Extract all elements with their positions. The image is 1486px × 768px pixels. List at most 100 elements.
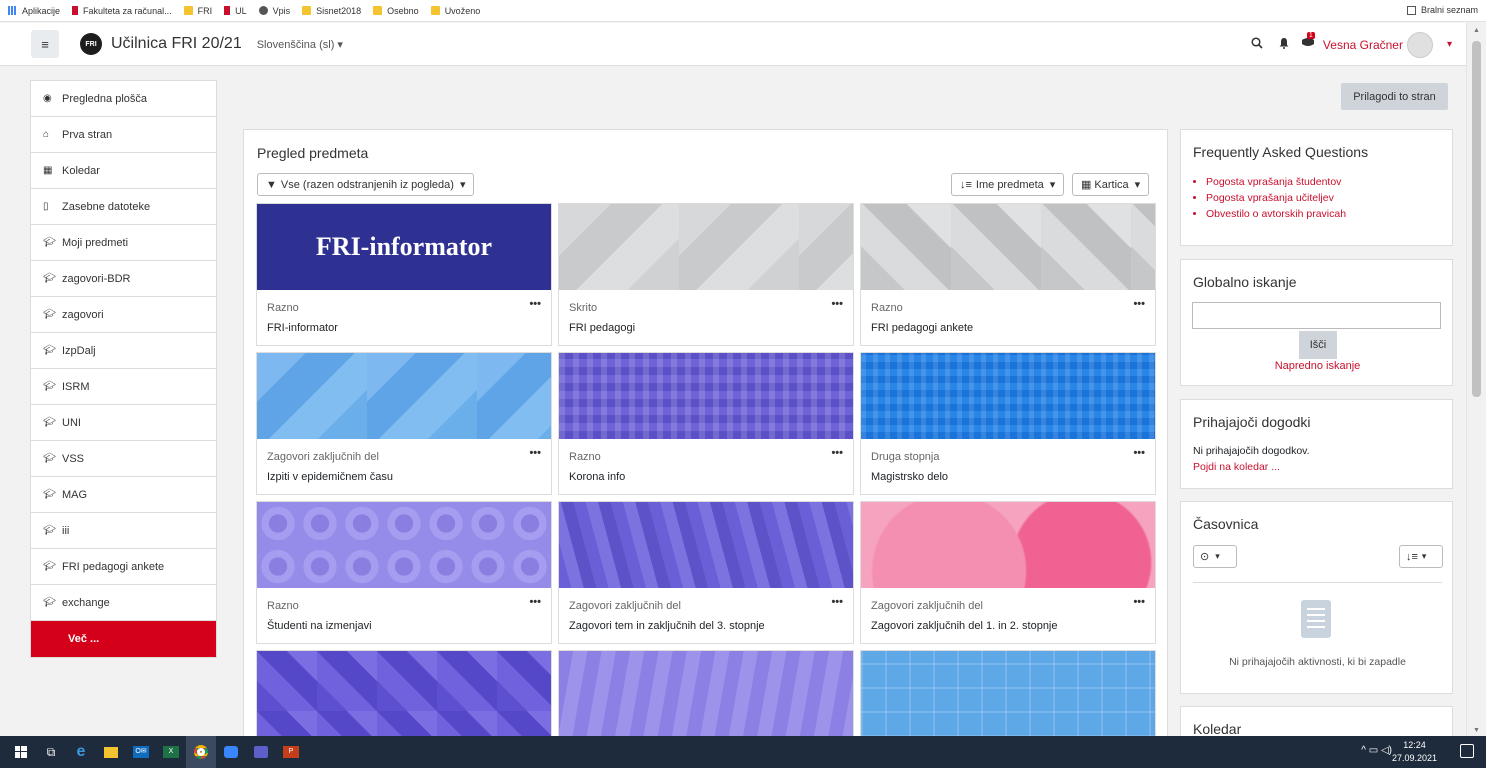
search-icon[interactable] — [1251, 37, 1263, 52]
site-logo[interactable]: FRI — [80, 33, 102, 55]
timeline-sort-dropdown[interactable]: ↓≡ ▾ — [1399, 545, 1443, 568]
course-card[interactable]: Druga stopnja ••• Magistrsko delo — [860, 352, 1156, 495]
course-name[interactable]: Študenti na izmenjavi — [267, 620, 372, 632]
more-options-icon[interactable]: ••• — [529, 298, 541, 310]
sidebar-item-course[interactable]: 🎓︎ ISRM — [31, 369, 216, 405]
course-card[interactable]: Zagovori zaključnih del ••• Zagovori zak… — [860, 501, 1156, 644]
course-name[interactable]: Zagovori tem in zaključnih del 3. stopnj… — [569, 620, 765, 632]
reading-list[interactable]: Bralni seznam — [1406, 5, 1478, 15]
outlook-icon[interactable]: O✉ — [126, 736, 156, 768]
sidebar-item-course[interactable]: 🎓︎ exchange — [31, 585, 216, 621]
file-explorer-icon[interactable] — [96, 736, 126, 768]
user-menu-caret-icon[interactable]: ▾ — [1447, 39, 1452, 50]
course-name[interactable]: FRI-informator — [267, 322, 338, 334]
filter-dropdown[interactable]: ▼ Vse (razen odstranjenih iz pogleda) ▾ — [257, 173, 475, 196]
action-center-icon[interactable] — [1460, 744, 1474, 758]
scrollbar-thumb[interactable] — [1472, 41, 1481, 397]
bookmark-vpis[interactable]: Vpis — [258, 6, 290, 16]
windows-start-icon[interactable] — [6, 736, 36, 768]
advanced-search-link[interactable]: Napredno iskanje — [1181, 360, 1454, 372]
sort-dropdown[interactable]: ↓≡ Ime predmeta ▾ — [951, 173, 1065, 196]
site-name[interactable]: Učilnica FRI 20/21 — [111, 35, 242, 53]
sidebar-item-course[interactable]: 🎓︎ IzpDalj — [31, 333, 216, 369]
more-options-icon[interactable]: ••• — [1133, 596, 1145, 608]
sidebar-item-course[interactable]: 🎓︎ VSS — [31, 441, 216, 477]
ul-logo-icon — [72, 6, 79, 15]
taskbar-clock[interactable]: 12:24 27.09.2021 — [1392, 739, 1437, 765]
course-card[interactable]: Razno ••• Študenti na izmenjavi — [256, 501, 552, 644]
course-card[interactable] — [860, 650, 1156, 748]
reading-list-icon — [1406, 5, 1416, 15]
bell-icon[interactable] — [1279, 37, 1289, 52]
search-button[interactable]: Išči — [1299, 331, 1337, 359]
more-options-icon[interactable]: ••• — [831, 298, 843, 310]
course-name[interactable]: Korona info — [569, 471, 625, 483]
faq-link[interactable]: Pogosta vprašanja študentov — [1206, 174, 1346, 190]
sidebar-item-course[interactable]: 🎓︎ iii — [31, 513, 216, 549]
bookmark-uvozeno[interactable]: Uvoženo — [430, 6, 480, 16]
course-card[interactable] — [558, 650, 854, 748]
graduation-cap-icon: 🎓︎ — [43, 525, 56, 536]
course-name[interactable]: Magistrsko delo — [871, 471, 948, 483]
chrome-icon[interactable] — [186, 736, 216, 768]
language-menu[interactable]: Slovenščina (sl) ▾ — [257, 38, 343, 51]
course-card[interactable]: Zagovori zaključnih del ••• Zagovori tem… — [558, 501, 854, 644]
sidebar-more-button[interactable]: Več ... — [31, 621, 216, 657]
more-options-icon[interactable]: ••• — [831, 447, 843, 459]
task-view-icon[interactable]: ⧉ — [36, 736, 66, 768]
course-name[interactable]: FRI pedagogi — [569, 322, 635, 334]
sidebar-item-course[interactable]: 🎓︎ UNI — [31, 405, 216, 441]
sidebar-item-my-courses[interactable]: 🎓︎ Moji predmeti — [31, 225, 216, 261]
faq-link[interactable]: Obvestilo o avtorskih pravicah — [1206, 206, 1346, 222]
course-name[interactable]: Zagovori zaključnih del 1. in 2. stopnje — [871, 620, 1058, 632]
menu-toggle-button[interactable]: ≡ — [31, 30, 59, 58]
search-input[interactable] — [1192, 302, 1441, 329]
course-card[interactable]: Razno ••• FRI pedagogi ankete — [860, 203, 1156, 346]
folder-icon — [302, 6, 312, 15]
timeline-filter-dropdown[interactable]: ⊙ ▾ — [1193, 545, 1237, 568]
customise-page-button[interactable]: Prilagodi to stran — [1341, 83, 1448, 110]
bookmark-ul[interactable]: UL — [224, 6, 247, 16]
more-options-icon[interactable]: ••• — [831, 596, 843, 608]
course-card[interactable] — [256, 650, 552, 748]
course-image — [861, 353, 1155, 439]
course-name[interactable]: FRI pedagogi ankete — [871, 322, 973, 334]
course-card[interactable]: Skrito ••• FRI pedagogi — [558, 203, 854, 346]
view-dropdown[interactable]: ▦ Kartica ▾ — [1072, 173, 1150, 196]
page-scrollbar[interactable]: ▲ ▼ — [1466, 23, 1486, 736]
edge-icon[interactable]: e — [66, 736, 96, 768]
sidebar-item-private-files[interactable]: ▯ Zasebne datoteke — [31, 189, 216, 225]
sidebar-item-course[interactable]: 🎓︎ MAG — [31, 477, 216, 513]
sidebar-item-dashboard[interactable]: ◉ Pregledna plošča — [31, 81, 216, 117]
sidebar-item-course[interactable]: 🎓︎ zagovori — [31, 297, 216, 333]
teams-icon[interactable] — [246, 736, 276, 768]
avatar[interactable] — [1406, 31, 1433, 58]
scroll-up-arrow-icon[interactable]: ▲ — [1473, 27, 1480, 34]
app-icon[interactable] — [216, 736, 246, 768]
more-options-icon[interactable]: ••• — [1133, 447, 1145, 459]
messages-icon[interactable]: 1 — [1301, 32, 1315, 52]
sidebar-item-home[interactable]: ⌂ Prva stran — [31, 117, 216, 153]
more-options-icon[interactable]: ••• — [529, 447, 541, 459]
bookmark-fri-faculty[interactable]: Fakulteta za računal... — [72, 6, 172, 16]
more-options-icon[interactable]: ••• — [529, 596, 541, 608]
course-card[interactable]: Razno ••• Korona info — [558, 352, 854, 495]
course-name[interactable]: Izpiti v epidemičnem času — [267, 471, 393, 483]
go-to-calendar-link[interactable]: Pojdi na koledar ... — [1193, 461, 1280, 473]
excel-icon[interactable]: X — [156, 736, 186, 768]
course-card[interactable]: FRI-informator Razno ••• FRI-informator — [256, 203, 552, 346]
faq-link[interactable]: Pogosta vprašanja učiteljev — [1206, 190, 1346, 206]
scroll-down-arrow-icon[interactable]: ▼ — [1473, 727, 1480, 734]
powerpoint-icon[interactable]: P — [276, 736, 306, 768]
sidebar-item-course[interactable]: 🎓︎ zagovori-BDR — [31, 261, 216, 297]
bookmark-fri[interactable]: FRI — [183, 6, 212, 16]
system-tray-icons[interactable]: ^ ▭ ◁) — [1361, 745, 1392, 756]
course-card[interactable]: Zagovori zaključnih del ••• Izpiti v epi… — [256, 352, 552, 495]
bookmark-apps[interactable]: Aplikacije — [8, 6, 60, 16]
user-name[interactable]: Vesna Gračner — [1323, 38, 1403, 52]
more-options-icon[interactable]: ••• — [1133, 298, 1145, 310]
sidebar-item-calendar[interactable]: ▦ Koledar — [31, 153, 216, 189]
bookmark-osebno[interactable]: Osebno — [373, 6, 419, 16]
bookmark-sisnet[interactable]: Sisnet2018 — [302, 6, 361, 16]
sidebar-item-course[interactable]: 🎓︎ FRI pedagogi ankete — [31, 549, 216, 585]
